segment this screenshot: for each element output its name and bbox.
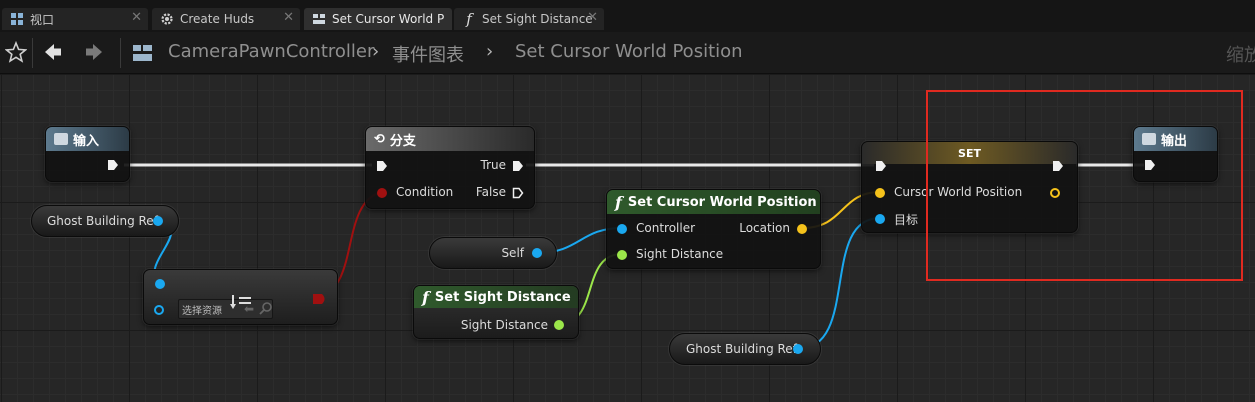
tab-set-cursor-world-position[interactable]: Set Cursor World P <box>304 8 452 30</box>
breadcrumb-function[interactable]: Set Cursor World Position <box>515 41 743 62</box>
viewport-icon <box>10 12 24 26</box>
branch-node-title: 分支 <box>389 133 416 149</box>
exec-out-pin[interactable] <box>107 159 119 171</box>
condition-pin-label: Condition <box>396 185 454 199</box>
object-out-pin[interactable] <box>793 344 803 354</box>
function-entry-node[interactable]: 输入 <box>45 126 130 182</box>
function-icon: f <box>466 10 472 28</box>
breadcrumb-graph[interactable]: 事件图表 <box>392 41 464 67</box>
tab-label: 视口 <box>30 12 55 27</box>
self-reference-node[interactable]: Self <box>429 237 557 269</box>
sight-distance-pin-label: Sight Distance <box>636 247 724 261</box>
exec-in-pin[interactable] <box>875 160 887 172</box>
function-icon: f <box>422 287 429 307</box>
ghost-building-ref-getter[interactable]: Ghost Building Ref <box>669 333 821 365</box>
float-out-pin[interactable] <box>554 320 564 330</box>
entry-node-title: 输入 <box>73 133 100 149</box>
target-pin-label: 目标 <box>894 213 919 227</box>
set-cursor-world-position-node[interactable]: f Set Cursor World Position Controller L… <box>606 189 821 269</box>
self-label: Self <box>501 246 524 260</box>
search-icon[interactable] <box>259 301 273 318</box>
tab-label: Create Huds <box>180 12 255 26</box>
location-out-pin[interactable] <box>797 224 807 234</box>
ghost-ref-label: Ghost Building Ref <box>47 214 158 228</box>
set-cursor-node-title: Set Cursor World Position <box>627 194 817 210</box>
graph-canvas[interactable]: 输入 ⟲ 分支 True Condition False Ghost Build… <box>0 74 1255 402</box>
object-out-pin[interactable] <box>153 216 163 226</box>
entry-icon <box>54 133 68 145</box>
ghost-building-ref-getter[interactable]: Ghost Building Ref <box>31 205 179 237</box>
branch-icon: ⟲ <box>374 131 385 147</box>
set-sight-node-header: f Set Sight Distance <box>414 286 578 308</box>
close-icon[interactable]: ✕ <box>587 10 598 25</box>
self-out-pin[interactable] <box>532 248 542 258</box>
sight-distance-pin[interactable] <box>617 250 627 260</box>
set-sight-distance-node[interactable]: f Set Sight Distance Sight Distance <box>413 285 579 339</box>
is-valid-node[interactable]: 选择资源 ⬅ <box>143 269 338 325</box>
target-pin[interactable] <box>875 214 885 224</box>
set-cursor-node-header: f Set Cursor World Position <box>607 190 820 214</box>
breadcrumb-blueprint[interactable]: CameraPawnController <box>168 41 374 62</box>
condition-pin[interactable] <box>377 188 387 198</box>
gear-icon <box>160 12 174 26</box>
chevron-right-icon: › <box>372 41 380 62</box>
tab-viewport[interactable]: 视口 ✕ <box>2 8 148 30</box>
breadcrumb-bar: CameraPawnController › 事件图表 › Set Cursor… <box>0 32 1255 74</box>
branch-node[interactable]: ⟲ 分支 True Condition False <box>365 126 535 209</box>
forward-arrow-icon[interactable] <box>84 42 104 65</box>
controller-pin[interactable] <box>617 224 627 234</box>
asset-in-pin[interactable] <box>154 305 164 315</box>
branch-node-header: ⟲ 分支 <box>366 127 534 151</box>
exec-in-pin[interactable] <box>376 160 388 172</box>
location-pin-label: Location <box>739 221 790 235</box>
close-icon[interactable]: ✕ <box>131 10 142 25</box>
blueprint-graph-icon <box>132 43 154 66</box>
function-icon: f <box>615 192 622 212</box>
tab-set-sight-distance[interactable]: f Set Sight Distance ✕ <box>454 8 604 30</box>
tab-label: Set Cursor World P <box>332 12 445 26</box>
tab-bar: 视口 ✕ Create Huds ✕ Set Cursor World P f … <box>0 0 1255 32</box>
tab-label: Set Sight Distance <box>482 12 593 26</box>
chevron-right-icon: › <box>486 41 494 62</box>
zoom-label: 缩放 <box>1226 45 1255 66</box>
back-arrow-icon[interactable] <box>43 42 63 65</box>
browse-arrow-icon[interactable]: ⬅ <box>244 302 254 316</box>
star-icon[interactable] <box>4 40 28 66</box>
close-icon[interactable]: ✕ <box>283 10 294 25</box>
tab-create-huds[interactable]: Create Huds ✕ <box>152 8 300 30</box>
ghost-ref-label: Ghost Building Ref <box>686 342 797 356</box>
highlight-box <box>926 90 1243 281</box>
controller-pin-label: Controller <box>636 221 696 235</box>
asset-placeholder: 选择资源 <box>182 306 222 317</box>
bool-out-pin[interactable] <box>312 293 328 308</box>
entry-node-header: 输入 <box>46 127 129 151</box>
cursor-world-position-pin[interactable] <box>875 188 885 198</box>
true-pin-label: True <box>480 158 507 172</box>
exec-true-pin[interactable] <box>512 160 524 172</box>
exec-false-pin[interactable] <box>512 187 524 199</box>
sight-distance-pin-label: Sight Distance <box>460 318 548 332</box>
set-sight-node-title: Set Sight Distance <box>434 289 571 305</box>
false-pin-label: False <box>475 185 506 199</box>
object-in-pin[interactable] <box>155 279 165 289</box>
blueprint-graph-icon <box>312 12 326 26</box>
